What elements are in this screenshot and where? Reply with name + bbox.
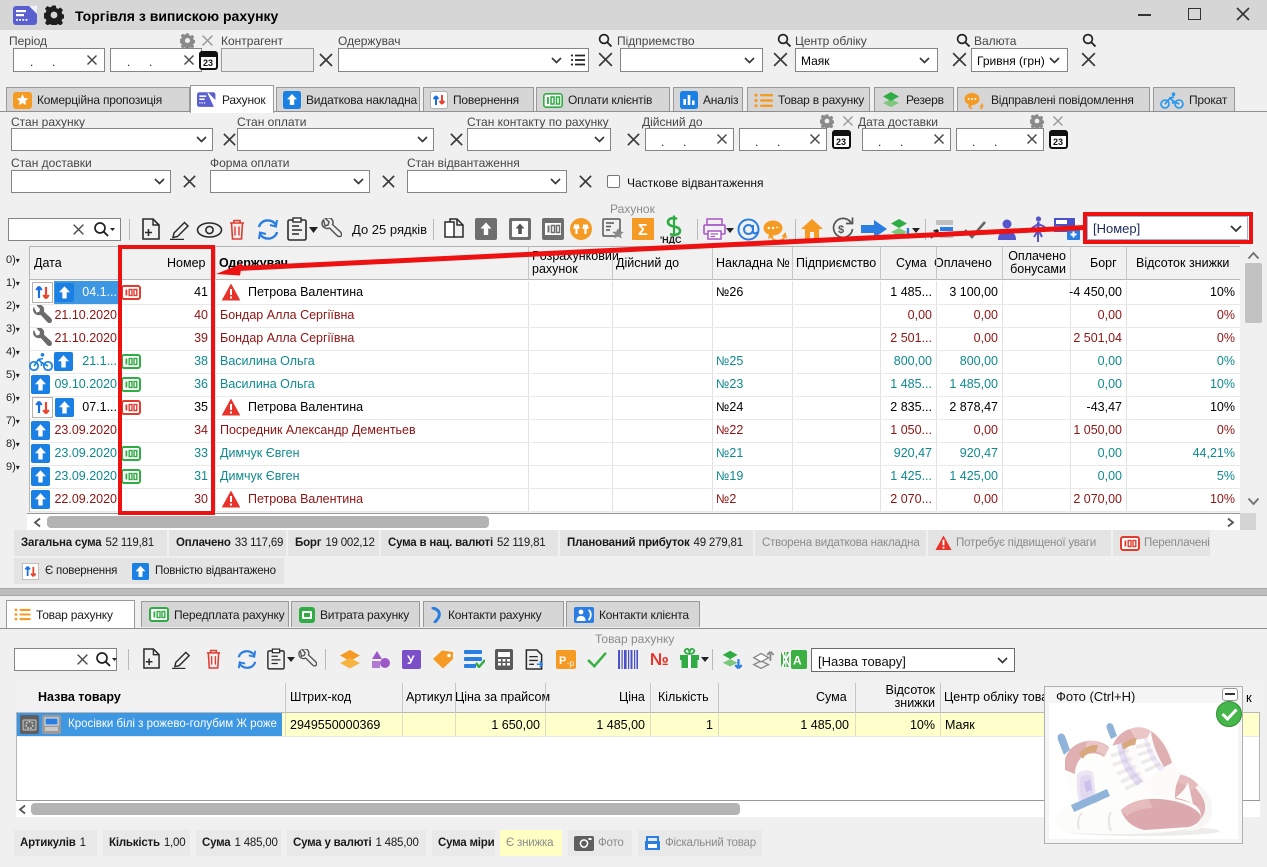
svg-text:Σ: Σ <box>638 222 648 239</box>
svg-text:'НДС: 'НДС <box>660 235 682 244</box>
svg-text:P: P <box>559 655 566 667</box>
svg-text:№: № <box>650 650 669 669</box>
svg-text:$: $ <box>838 224 844 236</box>
svg-text:У: У <box>407 653 415 667</box>
svg-text:A: A <box>793 654 802 668</box>
svg-text:-p: -p <box>567 659 575 668</box>
